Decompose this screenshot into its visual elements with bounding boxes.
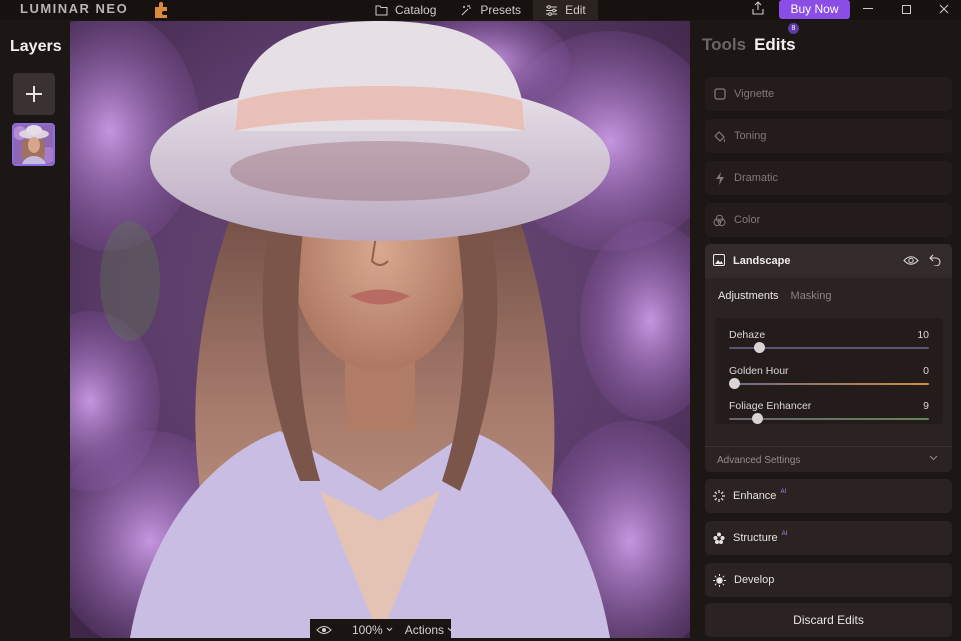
structure-icon bbox=[713, 532, 725, 544]
share-icon[interactable] bbox=[751, 1, 765, 15]
tool-color[interactable]: Color bbox=[705, 203, 952, 237]
canvas-bottom-bar: 100% Actions bbox=[310, 619, 454, 640]
zoom-dropdown[interactable]: 100% bbox=[346, 623, 399, 637]
nav-edit[interactable]: Edit bbox=[533, 0, 598, 20]
plus-icon bbox=[26, 86, 42, 102]
slider-knob[interactable] bbox=[754, 342, 765, 353]
puzzle-icon bbox=[155, 2, 167, 18]
app-logo: LUMINAR NEO bbox=[20, 1, 129, 16]
discard-edits-button[interactable]: Discard Edits bbox=[705, 603, 952, 637]
sun-icon bbox=[713, 573, 726, 587]
landscape-panel: Landscape Adjustments Masking Dehaze 10 G… bbox=[705, 244, 952, 472]
bucket-icon bbox=[713, 130, 726, 143]
slider-knob[interactable] bbox=[752, 413, 763, 424]
sparkle-wand-icon bbox=[461, 4, 472, 15]
color-circles-icon bbox=[713, 214, 726, 227]
image-icon bbox=[713, 253, 725, 269]
landscape-subtabs: Adjustments Masking bbox=[718, 290, 832, 302]
preview-toggle[interactable] bbox=[310, 625, 338, 635]
advanced-settings[interactable]: Advanced Settings bbox=[705, 446, 952, 473]
notification-badge: 8 bbox=[788, 23, 799, 34]
tool-dramatic[interactable]: Dramatic bbox=[705, 161, 952, 195]
tab-adjustments[interactable]: Adjustments bbox=[718, 290, 779, 302]
vignette-icon bbox=[713, 88, 726, 101]
tool-develop[interactable]: Develop bbox=[705, 563, 952, 597]
close-icon[interactable] bbox=[934, 0, 954, 18]
eye-icon[interactable] bbox=[903, 255, 919, 266]
golden-hour-slider[interactable]: Golden Hour 0 bbox=[729, 365, 929, 389]
chevron-down-icon bbox=[386, 627, 393, 632]
layers-title: Layers bbox=[10, 38, 62, 55]
foliage-enhancer-slider[interactable]: Foliage Enhancer 9 bbox=[729, 400, 929, 424]
chevron-down-icon bbox=[447, 627, 454, 632]
tool-enhance[interactable]: Enhance AI bbox=[705, 479, 952, 513]
slider-group: Dehaze 10 Golden Hour 0 Foliage Enhancer… bbox=[715, 318, 943, 424]
bolt-icon bbox=[713, 171, 726, 185]
sparkle-icon bbox=[713, 490, 725, 502]
dehaze-slider[interactable]: Dehaze 10 bbox=[729, 329, 929, 353]
tab-masking[interactable]: Masking bbox=[791, 290, 832, 302]
buy-now-button[interactable]: Buy Now bbox=[779, 0, 850, 19]
tool-structure[interactable]: Structure AI bbox=[705, 521, 952, 555]
nav-presets[interactable]: Presets bbox=[448, 0, 533, 20]
sliders-icon bbox=[546, 4, 558, 16]
tab-edits[interactable]: Edits bbox=[754, 35, 796, 54]
tool-vignette[interactable]: Vignette bbox=[705, 77, 952, 111]
undo-icon[interactable] bbox=[929, 254, 941, 266]
top-nav: Catalog Presets Edit bbox=[363, 0, 598, 20]
nav-catalog[interactable]: Catalog bbox=[363, 0, 448, 20]
slider-track bbox=[729, 383, 929, 385]
layer-preview-image bbox=[14, 125, 53, 164]
chevron-down-icon bbox=[929, 455, 938, 461]
title-bar: LUMINAR NEO Catalog Presets Edit Buy Now bbox=[0, 0, 961, 20]
photo-canvas[interactable] bbox=[70, 21, 690, 638]
tab-tools[interactable]: Tools bbox=[702, 35, 746, 54]
portrait-photo bbox=[70, 21, 690, 638]
folder-icon bbox=[375, 5, 388, 15]
panel-tabs: Tools Edits bbox=[702, 35, 796, 55]
add-layer-button[interactable] bbox=[13, 73, 55, 115]
eye-icon bbox=[316, 625, 332, 634]
actions-dropdown[interactable]: Actions bbox=[399, 623, 460, 637]
slider-knob[interactable] bbox=[729, 378, 740, 389]
minimize-icon[interactable] bbox=[858, 0, 878, 18]
maximize-icon[interactable] bbox=[896, 0, 916, 18]
layer-thumbnail[interactable] bbox=[12, 123, 55, 166]
tool-toning[interactable]: Toning bbox=[705, 119, 952, 153]
